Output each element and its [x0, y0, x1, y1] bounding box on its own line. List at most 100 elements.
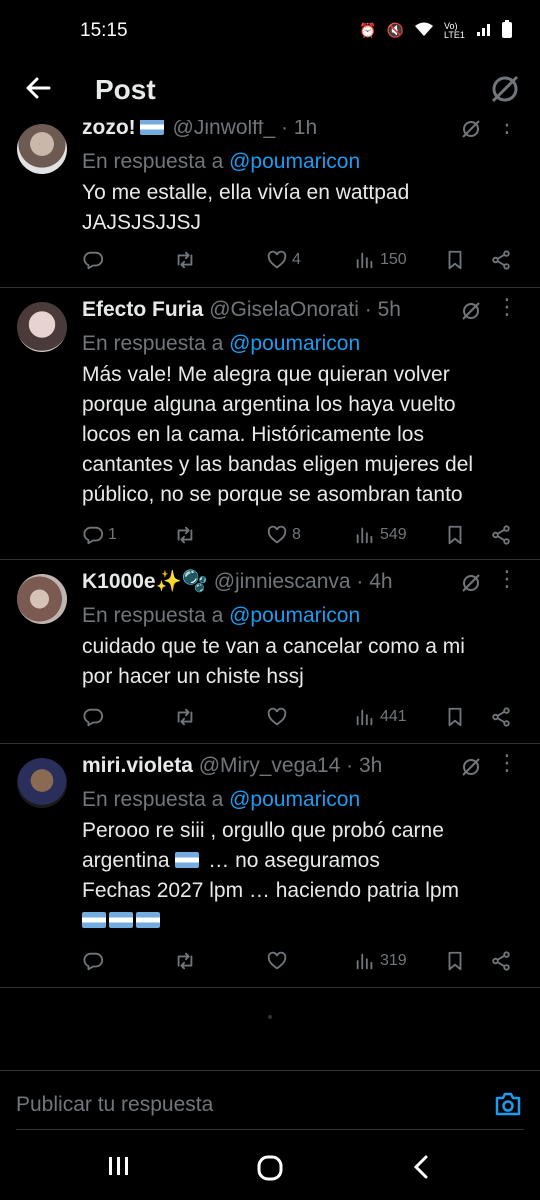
views-count: 150: [380, 251, 407, 268]
user-handle[interactable]: @Miry_vega14 · 3h: [199, 754, 383, 777]
page-title: Post: [95, 74, 156, 105]
share-button[interactable]: [490, 706, 516, 728]
reply-mention-link[interactable]: @poumaricon: [229, 788, 360, 811]
user-handle[interactable]: @jinniescanva · 4h: [214, 570, 393, 593]
avatar[interactable]: [17, 574, 67, 624]
tweet-text-content: … no aseguramos: [202, 849, 380, 872]
reply-button[interactable]: [82, 950, 108, 972]
repost-button[interactable]: [174, 524, 200, 546]
user-handle[interactable]: @Jinwolff_ · 1h: [173, 120, 318, 139]
tweet-header: Efecto Furia @GiselaOnorati · 5h ⋮: [82, 296, 520, 328]
repost-button[interactable]: [174, 706, 200, 728]
share-icon: [490, 524, 516, 546]
reply-button[interactable]: [82, 249, 108, 271]
repost-icon: [174, 950, 200, 972]
loading-dot: [268, 1015, 272, 1019]
reply-tweet[interactable]: miri.violeta @Miry_vega14 · 3h ⋮ En respue…: [0, 744, 540, 988]
user-handle[interactable]: @GiselaOnorati · 5h: [209, 298, 401, 321]
grok-icon[interactable]: [488, 72, 522, 106]
views-count: 549: [380, 526, 407, 543]
tweet-text-content: argentina: [82, 849, 176, 872]
tweet-text-line: porque alguna argentina los haya vuelto: [82, 390, 520, 420]
bookmark-button[interactable]: [444, 249, 470, 271]
reply-button[interactable]: [82, 706, 108, 728]
grok-icon[interactable]: [460, 300, 482, 322]
bookmark-button[interactable]: [444, 950, 470, 972]
reply-context: En respuesta a @poumaricon: [82, 784, 520, 816]
reply-icon: [82, 706, 108, 728]
repost-button[interactable]: [174, 950, 200, 972]
display-name[interactable]: Efecto Furia: [82, 298, 203, 321]
views-button[interactable]: 549: [354, 524, 407, 546]
battery-icon: [502, 20, 512, 41]
views-button[interactable]: 150: [354, 249, 407, 271]
views-button[interactable]: 441: [354, 706, 407, 728]
reply-tweet[interactable]: K1000e✨🫧 @jinniescanva · 4h ⋮ En respuesta…: [0, 560, 540, 744]
back-arrow-icon[interactable]: [24, 74, 54, 104]
tweet-text-line: cantantes y las bandas eligen mujeres de…: [82, 450, 520, 480]
bookmark-icon: [444, 249, 470, 271]
reply-mention-link[interactable]: @poumaricon: [229, 332, 360, 355]
more-options-icon[interactable]: ⋮: [496, 568, 518, 590]
more-options-icon[interactable]: ⋮: [496, 296, 518, 318]
top-app-bar: Post: [0, 62, 540, 120]
alarm-icon: ⏰: [359, 22, 377, 38]
tweet-text-line: cuidado que te van a cancelar como a mi: [82, 632, 520, 662]
views-icon: [354, 524, 380, 546]
like-count: 4: [292, 251, 301, 268]
recent-apps-icon[interactable]: [106, 1154, 132, 1183]
share-button[interactable]: [490, 950, 516, 972]
like-button[interactable]: [266, 950, 292, 972]
reply-button[interactable]: 1: [82, 524, 117, 546]
bookmark-button[interactable]: [444, 524, 470, 546]
share-button[interactable]: [490, 524, 516, 546]
tweet-text-line: [82, 906, 520, 936]
reply-mention-link[interactable]: @poumaricon: [229, 150, 360, 173]
back-nav-icon[interactable]: [410, 1154, 434, 1185]
like-button[interactable]: 4: [266, 249, 301, 271]
mute-icon: 🔇: [386, 22, 404, 38]
repost-button[interactable]: [174, 249, 200, 271]
more-options-icon[interactable]: ⋮: [496, 752, 518, 774]
tweet-header: K1000e✨🫧 @jinniescanva · 4h ⋮: [82, 568, 520, 600]
composer-divider: [16, 1129, 524, 1130]
tweet-text-line: Más vale! Me alegra que quieran volver: [82, 360, 520, 390]
share-icon: [490, 950, 516, 972]
status-bar: 15:15 ⏰ 🔇 Vo) LTE1: [0, 0, 540, 62]
like-button[interactable]: 8: [266, 524, 301, 546]
tweet-text-line: locos en la cama. Históricamente los: [82, 420, 520, 450]
share-button[interactable]: [490, 249, 516, 271]
tweet-text: cuidado que te van a cancelar como a mi p…: [82, 632, 520, 692]
wifi-icon: [414, 21, 434, 40]
grok-icon[interactable]: [460, 120, 482, 140]
reply-tweet[interactable]: zozo! @Jinwolff_ · 1h ⋮ En respuesta a @po…: [0, 120, 540, 288]
avatar[interactable]: [17, 124, 67, 174]
like-icon: [266, 249, 292, 271]
avatar[interactable]: [17, 302, 67, 352]
repost-icon: [174, 524, 200, 546]
argentina-flag-icon: [136, 912, 160, 928]
reply-mention-link[interactable]: @poumaricon: [229, 604, 360, 627]
bookmark-icon: [444, 706, 470, 728]
grok-icon[interactable]: [460, 756, 482, 778]
reply-input[interactable]: Publicar tu respuesta: [16, 1093, 213, 1117]
more-options-icon[interactable]: ⋮: [496, 120, 518, 136]
tweet-text-content: JAJSJSJJSJ: [82, 211, 202, 234]
avatar[interactable]: [17, 758, 67, 808]
display-name[interactable]: zozo!: [82, 120, 136, 139]
display-name[interactable]: miri.violeta: [82, 754, 193, 777]
display-name[interactable]: K1000e✨🫧: [82, 570, 208, 593]
camera-icon[interactable]: [494, 1091, 522, 1117]
reply-context: En respuesta a @poumaricon: [82, 600, 520, 632]
grok-icon[interactable]: [460, 572, 482, 594]
reply-tweet[interactable]: Efecto Furia @GiselaOnorati · 5h ⋮ En resp…: [0, 288, 540, 560]
reply-composer[interactable]: Publicar tu respuesta: [0, 1070, 540, 1138]
like-icon: [266, 950, 292, 972]
like-icon: [266, 706, 292, 728]
bookmark-button[interactable]: [444, 706, 470, 728]
reply-context: En respuesta a @poumaricon: [82, 146, 520, 178]
views-button[interactable]: 319: [354, 950, 407, 972]
reply-icon: [82, 524, 108, 546]
home-icon[interactable]: [256, 1154, 284, 1187]
like-button[interactable]: [266, 706, 292, 728]
